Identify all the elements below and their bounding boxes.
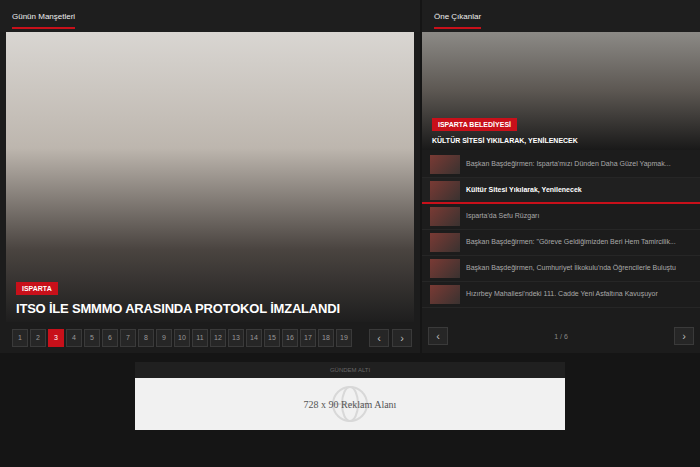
slide-caption: ISPARTA BELEDİYESİ KÜLTÜR SİTESİ YIKILARA… bbox=[432, 118, 690, 144]
page-button[interactable]: 6 bbox=[102, 329, 118, 347]
item-thumbnail bbox=[430, 181, 460, 200]
featured-pagination: ‹ 1 / 6 › bbox=[422, 319, 700, 353]
item-title: Başkan Başdeğirmen: Isparta'mızı Dünden … bbox=[466, 160, 671, 168]
featured-item[interactable]: Başkan Başdeğirmen: "Göreve Geldiğimizde… bbox=[422, 230, 700, 256]
page-button[interactable]: 17 bbox=[300, 329, 316, 347]
featured-slide[interactable]: ISPARTA BELEDİYESİ KÜLTÜR SİTESİ YIKILARA… bbox=[422, 32, 700, 150]
item-thumbnail bbox=[430, 259, 460, 278]
panel-header: Öne Çıkanlar bbox=[422, 0, 700, 32]
page-button[interactable]: 12 bbox=[210, 329, 226, 347]
category-badge[interactable]: ISPARTA bbox=[16, 282, 58, 295]
page-button[interactable]: 7 bbox=[120, 329, 136, 347]
featured-item[interactable]: Başkan Başdeğirmen, Cumhuriyet İlkokulu'… bbox=[422, 256, 700, 282]
category-badge[interactable]: ISPARTA BELEDİYESİ bbox=[432, 118, 517, 131]
page-button[interactable]: 1 bbox=[12, 329, 28, 347]
featured-list: Başkan Başdeğirmen: Isparta'mızı Dünden … bbox=[422, 150, 700, 308]
prev-button[interactable]: ‹ bbox=[428, 327, 448, 345]
item-thumbnail bbox=[430, 207, 460, 226]
ad-label: GÜNDEM ALTI bbox=[135, 362, 565, 378]
slide-title[interactable]: ITSO İLE SMMMO ARASINDA PROTOKOL İMZALAN… bbox=[16, 301, 340, 316]
item-title: Hızırbey Mahallesi'ndeki 111. Cadde Yeni… bbox=[466, 290, 658, 298]
item-title: Başkan Başdeğirmen: "Göreve Geldiğimizde… bbox=[466, 238, 676, 246]
panel-title: Öne Çıkanlar bbox=[434, 4, 481, 29]
next-button[interactable]: › bbox=[392, 329, 412, 347]
page-button[interactable]: 10 bbox=[174, 329, 190, 347]
page-button[interactable]: 18 bbox=[318, 329, 334, 347]
prev-button[interactable]: ‹ bbox=[369, 329, 389, 347]
page-button[interactable]: 14 bbox=[246, 329, 262, 347]
featured-item[interactable]: Başkan Başdeğirmen: Isparta'mızı Dünden … bbox=[422, 152, 700, 178]
next-button[interactable]: › bbox=[674, 327, 694, 345]
item-title: Isparta'da Sefu Rüzgarı bbox=[466, 212, 539, 220]
ad-text: 728 x 90 Reklam Alanı bbox=[304, 399, 397, 410]
page-button[interactable]: 8 bbox=[138, 329, 154, 347]
page-button[interactable]: 11 bbox=[192, 329, 208, 347]
page: Günün Manşetleri ISPARTA ITSO İLE SMMMO AR… bbox=[0, 0, 700, 467]
featured-item[interactable]: Isparta'da Sefu Rüzgarı bbox=[422, 204, 700, 230]
slide-caption: ISPARTA ITSO İLE SMMMO ARASINDA PROTOKOL … bbox=[16, 282, 404, 316]
panel-header: Günün Manşetleri bbox=[0, 0, 420, 32]
featured-item[interactable]: Kültür Sitesi Yıkılarak, Yenilenecek bbox=[422, 178, 700, 204]
featured-panel: Öne Çıkanlar ISPARTA BELEDİYESİ KÜLTÜR SİT… bbox=[422, 0, 700, 353]
item-thumbnail bbox=[430, 155, 460, 174]
page-button[interactable]: 3 bbox=[48, 329, 64, 347]
page-button[interactable]: 15 bbox=[264, 329, 280, 347]
headline-slide[interactable]: ISPARTA ITSO İLE SMMMO ARASINDA PROTOKOL … bbox=[6, 32, 414, 322]
page-button[interactable]: 4 bbox=[66, 329, 82, 347]
slide-title[interactable]: KÜLTÜR SİTESİ YIKILARAK, YENİLENECEK bbox=[432, 137, 578, 144]
page-button[interactable]: 2 bbox=[30, 329, 46, 347]
page-counter: 1 / 6 bbox=[554, 333, 568, 340]
page-button[interactable]: 19 bbox=[336, 329, 352, 347]
item-title: Kültür Sitesi Yıkılarak, Yenilenecek bbox=[466, 186, 582, 194]
slide-pagination: 12345678910111213141516171819‹› bbox=[0, 322, 420, 353]
featured-item[interactable]: Hızırbey Mahallesi'ndeki 111. Cadde Yeni… bbox=[422, 282, 700, 308]
item-title: Başkan Başdeğirmen, Cumhuriyet İlkokulu'… bbox=[466, 264, 676, 272]
headlines-panel: Günün Manşetleri ISPARTA ITSO İLE SMMMO AR… bbox=[0, 0, 420, 353]
panel-title: Günün Manşetleri bbox=[12, 4, 75, 29]
page-button[interactable]: 13 bbox=[228, 329, 244, 347]
page-button[interactable]: 9 bbox=[156, 329, 172, 347]
page-button[interactable]: 5 bbox=[84, 329, 100, 347]
ad-section: GÜNDEM ALTI 728 x 90 Reklam Alanı bbox=[135, 362, 565, 430]
top-section: Günün Manşetleri ISPARTA ITSO İLE SMMMO AR… bbox=[0, 0, 700, 353]
item-thumbnail bbox=[430, 285, 460, 304]
page-button[interactable]: 16 bbox=[282, 329, 298, 347]
ad-banner[interactable]: 728 x 90 Reklam Alanı bbox=[135, 378, 565, 430]
item-thumbnail bbox=[430, 233, 460, 252]
